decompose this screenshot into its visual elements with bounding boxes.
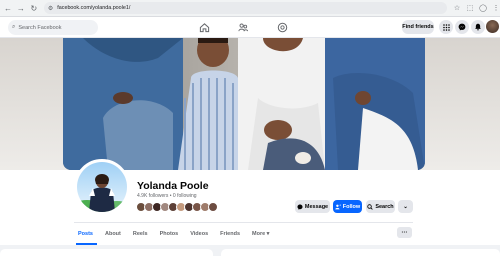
follow-button[interactable]: Follow — [333, 200, 362, 213]
more-actions-button[interactable]: ⌄ — [398, 200, 413, 213]
posts-card — [221, 249, 500, 256]
address-bar[interactable]: ⚙ facebook.com/yolanda.poole1/ — [43, 2, 447, 14]
tab-about[interactable]: About — [99, 223, 127, 245]
bookmark-star-icon[interactable]: ☆ — [453, 4, 461, 12]
back-icon[interactable]: ← — [3, 3, 13, 13]
tab-videos[interactable]: Videos — [184, 223, 214, 245]
tab-photos[interactable]: Photos — [154, 223, 185, 245]
browser-toolbar: ← → ↻ ⚙ facebook.com/yolanda.poole1/ ☆ ⬚… — [0, 0, 500, 17]
message-button[interactable]: Message — [295, 200, 330, 213]
search-icon: ⌕ — [12, 24, 16, 30]
profile-name: Yolanda Poole — [137, 180, 209, 192]
reload-icon[interactable]: ↻ — [29, 3, 39, 13]
forward-icon[interactable]: → — [16, 3, 26, 13]
friends-nav-icon[interactable] — [237, 21, 249, 33]
tab-posts[interactable]: Posts — [74, 223, 99, 245]
chevron-down-icon: ⌄ — [403, 203, 408, 210]
tab-reels[interactable]: Reels — [127, 223, 154, 245]
notifications-bell-icon[interactable] — [471, 20, 485, 34]
tab-friends[interactable]: Friends — [214, 223, 246, 245]
messenger-icon — [297, 203, 303, 210]
follow-button-label: Follow — [342, 203, 361, 210]
mutual-friends-avatars[interactable] — [136, 202, 218, 212]
search-placeholder: Search Facebook — [18, 24, 62, 31]
profile-tabs: Posts About Reels Photos Videos Friends … — [74, 223, 275, 245]
message-button-label: Message — [304, 203, 329, 210]
address-text[interactable]: facebook.com/yolanda.poole1/ — [57, 5, 130, 11]
tabs-overflow-button[interactable]: ··· — [397, 227, 412, 238]
cover-photo[interactable] — [63, 38, 425, 170]
tab-more[interactable]: More ▾ — [246, 223, 275, 245]
account-avatar[interactable] — [486, 20, 499, 33]
find-friends-button[interactable]: Find friends — [402, 20, 434, 34]
extensions-icon[interactable]: ⬚ — [466, 4, 474, 12]
search-icon — [367, 203, 374, 210]
intro-card — [0, 249, 213, 256]
menu-grid-icon[interactable] — [439, 20, 453, 34]
site-info-icon[interactable]: ⚙ — [48, 5, 53, 12]
groups-nav-icon[interactable] — [276, 21, 288, 33]
messenger-icon[interactable] — [455, 20, 469, 34]
home-icon[interactable] — [198, 21, 210, 33]
facebook-top-bar: ⌕ Search Facebook Find friends — [0, 17, 500, 38]
search-button-label: Search — [375, 203, 394, 210]
facebook-search-field[interactable]: ⌕ Search Facebook — [8, 20, 98, 35]
browser-menu-icon[interactable]: ⋮ — [492, 4, 500, 12]
friend-avatar[interactable] — [208, 202, 218, 212]
add-friend-icon — [335, 203, 341, 209]
profile-icon[interactable]: ◯ — [479, 4, 487, 12]
search-profile-button[interactable]: Search — [366, 200, 395, 213]
profile-stats[interactable]: 4.9K followers • 0 following — [137, 193, 197, 199]
profile-picture[interactable] — [74, 159, 130, 215]
